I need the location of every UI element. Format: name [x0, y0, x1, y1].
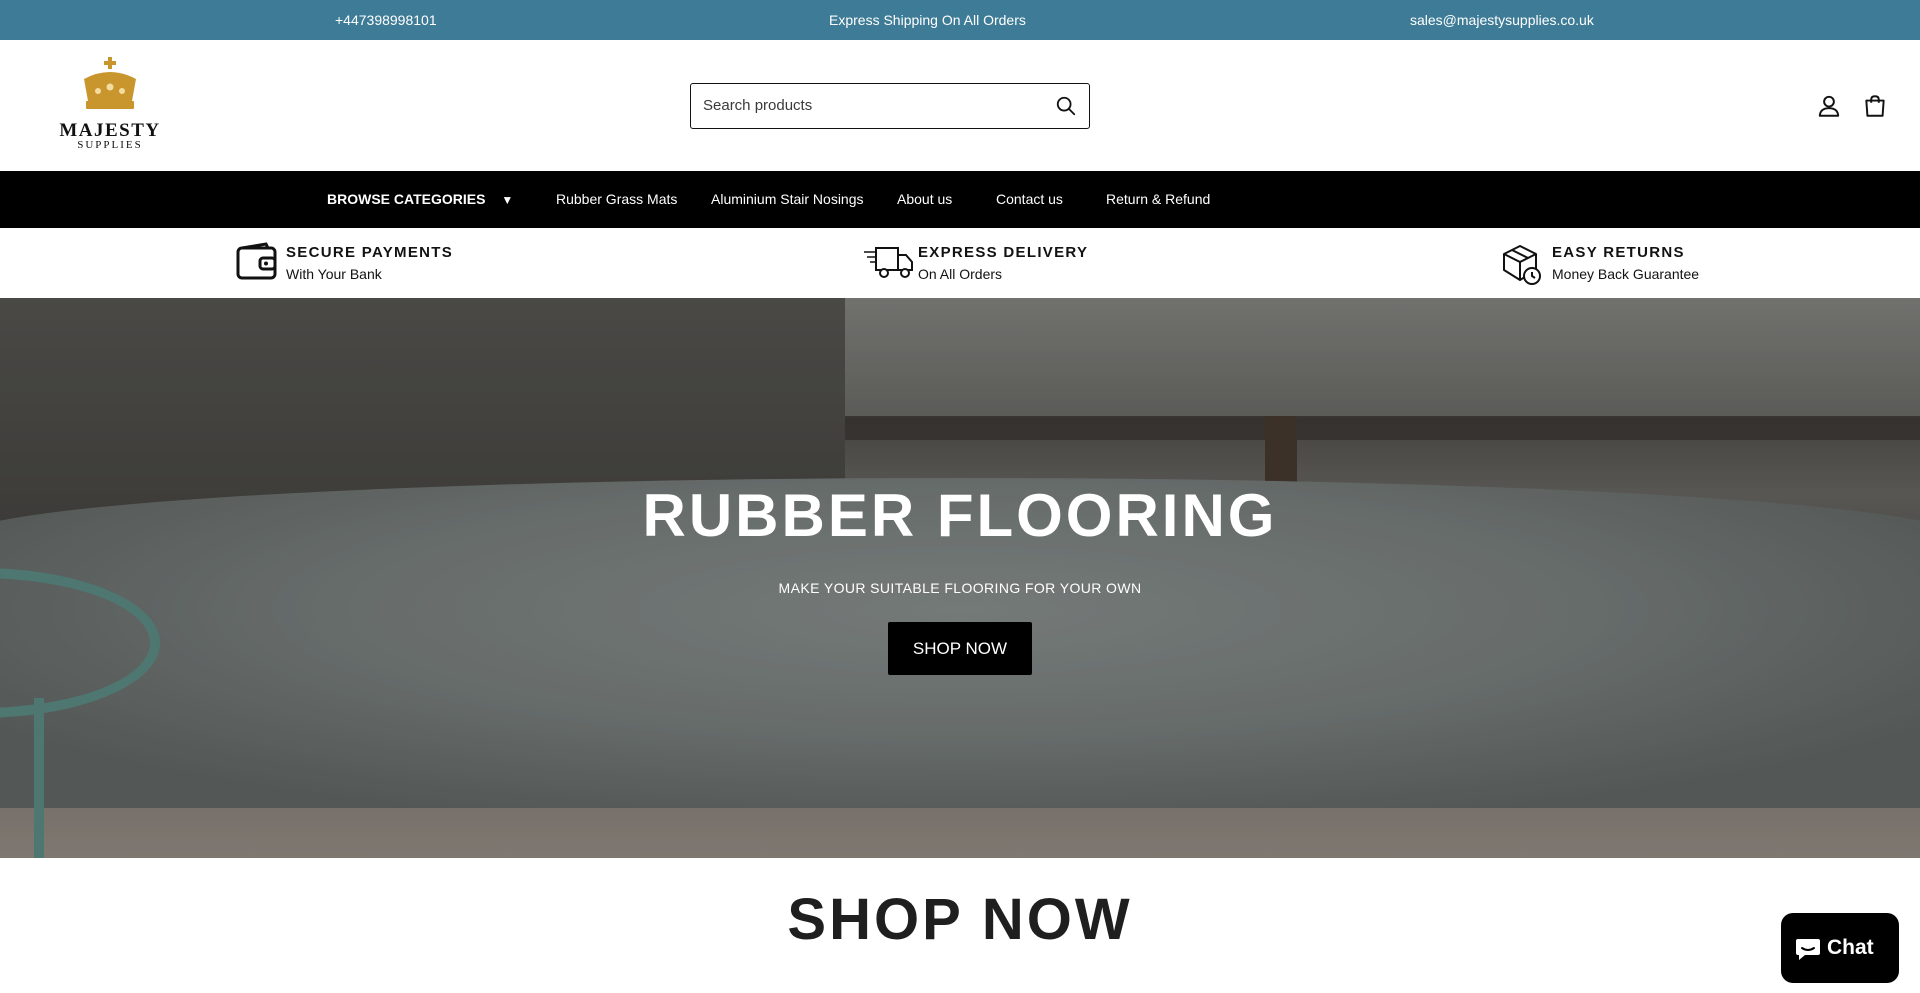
hero-overlay [0, 298, 1920, 858]
hero-shop-now-button[interactable]: SHOP NOW [888, 622, 1032, 675]
wallet-icon [236, 242, 277, 280]
main-nav: BROWSE CATEGORIES ▼ Rubber Grass Mats Alu… [0, 171, 1920, 228]
feature-subtitle: With Your Bank [286, 266, 382, 282]
cart-icon[interactable] [1862, 93, 1888, 119]
site-header: MAJESTY SUPPLIES [0, 40, 1920, 171]
browse-categories-button[interactable]: BROWSE CATEGORIES ▼ [327, 191, 513, 207]
topbar-email[interactable]: sales@majestysupplies.co.uk [1410, 12, 1594, 28]
feature-title: EASY RETURNS [1552, 244, 1685, 261]
feature-title: EXPRESS DELIVERY [918, 244, 1089, 261]
hero-title: RUBBER FLOORING [642, 482, 1278, 549]
account-icon[interactable] [1816, 93, 1842, 119]
box-return-icon [1503, 245, 1541, 285]
search-icon[interactable] [1055, 95, 1077, 117]
search-input[interactable] [691, 84, 1031, 127]
feature-title: SECURE PAYMENTS [286, 244, 454, 261]
chat-button[interactable]: Chat [1781, 913, 1899, 983]
crown-icon [84, 57, 136, 109]
feature-subtitle: Money Back Guarantee [1552, 266, 1700, 282]
search-box [690, 83, 1090, 129]
announcement-bar: +447398998101 Express Shipping On All Or… [0, 0, 1920, 40]
topbar-phone[interactable]: +447398998101 [335, 12, 437, 28]
truck-icon [864, 247, 913, 278]
nav-item-aluminium-stair-nosings[interactable]: Aluminium Stair Nosings [711, 191, 864, 207]
chat-label: Chat [1827, 936, 1874, 959]
nav-item-contact-us[interactable]: Contact us [996, 191, 1063, 207]
topbar-announcement: Express Shipping On All Orders [829, 12, 1026, 28]
nav-item-about-us[interactable]: About us [897, 191, 952, 207]
hero-banner: RUBBER FLOORING MAKE YOUR SUITABLE FLOOR… [0, 298, 1920, 858]
nav-item-rubber-grass-mats[interactable]: Rubber Grass Mats [556, 191, 677, 207]
section-title: SHOP NOW [787, 887, 1133, 952]
chevron-down-icon: ▼ [501, 193, 514, 207]
feature-strip: SECURE PAYMENTS With Your Bank EXPRESS D… [0, 228, 1920, 298]
logo[interactable]: MAJESTY SUPPLIES [55, 57, 165, 152]
chat-bubble-icon [1796, 939, 1820, 960]
feature-subtitle: On All Orders [918, 266, 1003, 282]
hero-subtitle: MAKE YOUR SUITABLE FLOORING FOR YOUR OWN [778, 580, 1142, 596]
logo-subtitle: SUPPLIES [77, 139, 143, 151]
browse-categories-label: BROWSE CATEGORIES [327, 191, 486, 207]
nav-item-return-refund[interactable]: Return & Refund [1106, 191, 1210, 207]
